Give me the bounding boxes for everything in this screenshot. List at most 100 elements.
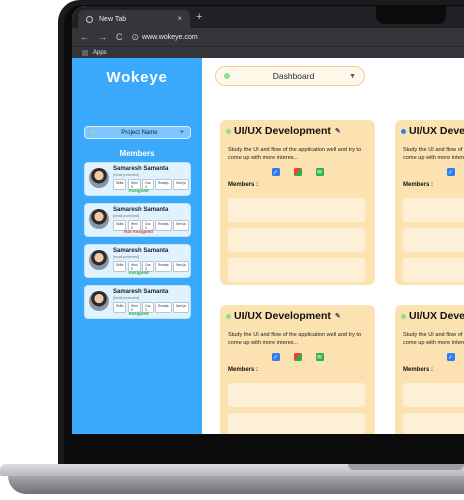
- member-card[interactable]: Samaresh Samanta [email protected] Skill…: [84, 244, 191, 278]
- member-slot[interactable]: [403, 198, 464, 222]
- member-name: Samaresh Samanta: [113, 248, 169, 254]
- close-tab-icon[interactable]: ×: [177, 14, 182, 23]
- bookmark-apps[interactable]: Apps: [93, 50, 107, 56]
- member-slot[interactable]: [228, 413, 365, 434]
- member-email: [email protected]: [113, 214, 139, 218]
- member-slot[interactable]: [228, 383, 365, 407]
- project-status-dot: [91, 130, 95, 135]
- task-card[interactable]: UI/UX Development ✎ Study the UI and flo…: [395, 120, 464, 285]
- bookmarks-bar: Apps: [72, 46, 464, 58]
- member-email: [email protected]: [113, 173, 139, 177]
- task-tool-icons: ✓ ✉: [395, 168, 464, 176]
- task-description: Study the UI and flow of the application…: [228, 147, 362, 161]
- member-slot[interactable]: [403, 413, 464, 434]
- site-info-icon[interactable]: ⊙: [132, 32, 140, 43]
- forward-arrow-icon[interactable]: →: [98, 32, 107, 42]
- status-badge: Assigned: [128, 311, 149, 316]
- member-slot[interactable]: [228, 228, 365, 252]
- laptop-mockup: New Tab × + ← → C ⊙ www.wokeye.com Apps …: [0, 0, 464, 500]
- laptop-base: [0, 464, 464, 500]
- url-field[interactable]: www.wokeye.com: [142, 34, 198, 41]
- apps-grid-icon[interactable]: [82, 49, 88, 56]
- checkbox-icon[interactable]: ✓: [446, 353, 455, 361]
- avatar: [89, 209, 109, 229]
- task-status-dot: [226, 128, 231, 134]
- task-title-text: UI/UX Development: [234, 125, 331, 137]
- meet-icon[interactable]: [293, 168, 302, 176]
- sidebar: Wokeye Project Name + Members Samaresh S…: [72, 58, 202, 434]
- members-heading: Members: [119, 149, 155, 158]
- laptop-base-bottom: [8, 476, 464, 494]
- member-card[interactable]: Samaresh Samanta [email protected] Skill…: [84, 203, 191, 237]
- status-badge: Not Assigned: [124, 229, 153, 234]
- members-label: Members :: [403, 367, 434, 373]
- member-email: [email protected]: [113, 296, 139, 300]
- task-title-text: UI/UX Development: [234, 310, 331, 322]
- members-label: Members :: [228, 367, 259, 373]
- task-card[interactable]: UI/UX Development ✎ Study the UI and flo…: [220, 305, 375, 434]
- task-description: Study the UI and flow of the application…: [403, 332, 464, 346]
- member-name: Samaresh Samanta: [113, 289, 169, 295]
- task-title: UI/UX Development ✎: [226, 310, 341, 322]
- avatar: [89, 291, 109, 311]
- task-status-dot: [401, 128, 406, 134]
- camera-notch: [376, 6, 446, 24]
- dashboard-status-dot: [224, 73, 230, 79]
- member-slot[interactable]: [403, 383, 464, 407]
- member-card[interactable]: Samaresh Samanta [email protected] Skill…: [84, 285, 191, 319]
- task-title: UI/UX Development ✎: [401, 310, 464, 322]
- task-card[interactable]: UI/UX Development ✎ Study the UI and flo…: [395, 305, 464, 434]
- chrome-icon: [86, 15, 93, 23]
- edit-icon[interactable]: ✎: [335, 312, 341, 320]
- task-title: UI/UX Development ✎: [226, 125, 341, 137]
- task-description: Study the UI and flow of the application…: [228, 332, 362, 346]
- member-slot[interactable]: [228, 198, 365, 222]
- member-name: Samaresh Samanta: [113, 207, 169, 213]
- project-name-label: Project Name: [121, 129, 158, 136]
- member-email: [email protected]: [113, 255, 139, 259]
- checkbox-icon[interactable]: ✓: [271, 353, 280, 361]
- address-bar: ← → C ⊙ www.wokeye.com: [72, 28, 464, 46]
- edit-icon[interactable]: ✎: [335, 127, 341, 135]
- task-title-text: UI/UX Development: [409, 125, 464, 137]
- member-name: Samaresh Samanta: [113, 166, 169, 172]
- meet-icon[interactable]: [293, 353, 302, 361]
- browser-tab[interactable]: New Tab ×: [78, 10, 190, 28]
- member-card[interactable]: Samaresh Samanta [email protected] Skill…: [84, 162, 191, 196]
- back-arrow-icon[interactable]: ←: [80, 32, 89, 42]
- members-label: Members :: [228, 182, 259, 188]
- app-body: Wokeye Project Name + Members Samaresh S…: [72, 58, 464, 434]
- task-description: Study the UI and flow of the application…: [403, 147, 464, 161]
- reload-icon[interactable]: C: [116, 32, 123, 42]
- laptop-opening-groove: [348, 464, 464, 470]
- project-name-selector[interactable]: Project Name +: [84, 126, 191, 139]
- add-project-icon[interactable]: +: [180, 129, 184, 136]
- app-logo: Wokeye: [106, 69, 168, 86]
- member-slot[interactable]: [228, 258, 365, 282]
- task-tool-icons: ✓ ✉: [220, 353, 375, 361]
- chevron-down-icon[interactable]: ▼: [349, 73, 356, 80]
- dashboard-dropdown[interactable]: Dashboard ▼: [215, 66, 365, 86]
- task-tool-icons: ✓ ✉: [395, 353, 464, 361]
- task-card[interactable]: UI/UX Development ✎ Study the UI and flo…: [220, 120, 375, 285]
- task-status-dot: [401, 313, 406, 319]
- main-panel: Dashboard ▼ UI/UX Development ✎ Study th…: [202, 58, 464, 434]
- status-badge: Assigned: [128, 188, 149, 193]
- member-slot[interactable]: [403, 228, 464, 252]
- members-label: Members :: [403, 182, 434, 188]
- new-tab-button[interactable]: +: [196, 11, 202, 23]
- member-slot[interactable]: [403, 258, 464, 282]
- task-status-dot: [226, 313, 231, 319]
- dashboard-label: Dashboard: [272, 71, 315, 81]
- checkbox-icon[interactable]: ✓: [271, 168, 280, 176]
- checkbox-icon[interactable]: ✓: [446, 168, 455, 176]
- task-title-text: UI/UX Development: [409, 310, 464, 322]
- status-badge: Assigned: [128, 270, 149, 275]
- avatar: [89, 250, 109, 270]
- tab-title: New Tab: [99, 15, 127, 23]
- task-tool-icons: ✓ ✉: [220, 168, 375, 176]
- avatar: [89, 168, 109, 188]
- laptop-screen: New Tab × + ← → C ⊙ www.wokeye.com Apps …: [72, 6, 464, 434]
- mail-icon[interactable]: ✉: [315, 168, 324, 176]
- mail-icon[interactable]: ✉: [315, 353, 324, 361]
